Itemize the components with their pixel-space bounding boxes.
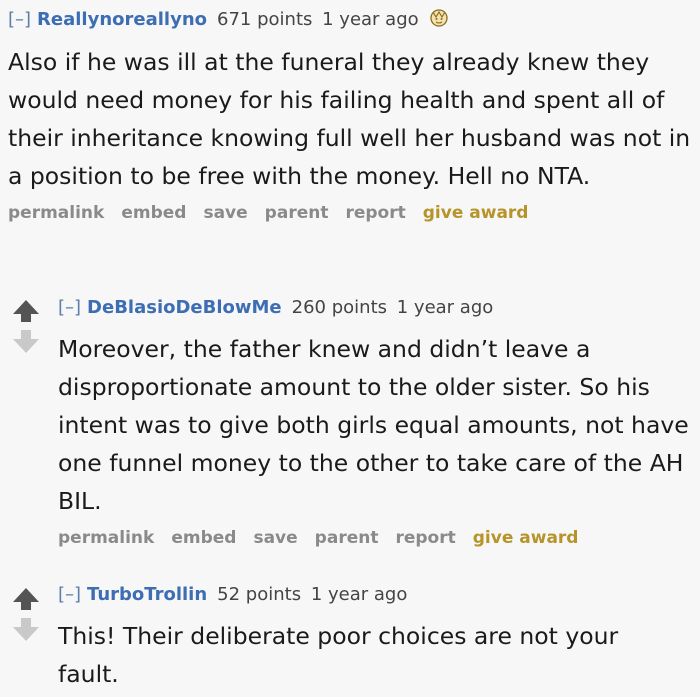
upvote-arrow-icon[interactable] bbox=[13, 588, 39, 610]
upvote-arrow-icon[interactable] bbox=[13, 300, 39, 322]
comment-actions: permalink embed save parent report give award bbox=[8, 203, 693, 223]
comment-score: 671 points bbox=[217, 9, 313, 30]
comment-3: [–] TurboTrollin 52 points 1 year ago This… bbox=[58, 581, 693, 693]
comment-body: This! Their deliberate poor choices are … bbox=[58, 622, 619, 688]
collapse-toggle[interactable]: [–] bbox=[58, 297, 81, 318]
comment-body: Moreover, the father knew and didn’t lea… bbox=[58, 335, 689, 515]
save-link[interactable]: save bbox=[203, 203, 247, 223]
embed-link[interactable]: embed bbox=[171, 528, 236, 548]
comment-time: 1 year ago bbox=[310, 584, 408, 605]
collapse-toggle[interactable]: [–] bbox=[8, 9, 31, 30]
report-link[interactable]: report bbox=[395, 528, 455, 548]
author-link[interactable]: DeBlasioDeBlowMe bbox=[87, 297, 282, 318]
comment-tagline: [–] Reallynoreallyno 671 points 1 year ago bbox=[8, 6, 693, 34]
author-link[interactable]: TurboTrollin bbox=[87, 584, 207, 605]
downvote-arrow-icon[interactable] bbox=[13, 618, 39, 641]
comment-body: Also if he was ill at the funeral they a… bbox=[8, 48, 691, 190]
parent-link[interactable]: parent bbox=[315, 528, 379, 548]
permalink-link[interactable]: permalink bbox=[8, 203, 104, 223]
comment-time: 1 year ago bbox=[322, 9, 419, 30]
comment-time: 1 year ago bbox=[396, 297, 494, 318]
save-link[interactable]: save bbox=[253, 528, 297, 548]
embed-link[interactable]: embed bbox=[121, 203, 186, 223]
comment-tagline: [–] TurboTrollin 52 points 1 year ago bbox=[58, 581, 693, 609]
comment-actions: permalink embed save parent report give award bbox=[58, 528, 693, 548]
author-link[interactable]: Reallynoreallyno bbox=[37, 9, 207, 30]
award-icon[interactable] bbox=[428, 8, 450, 37]
give-award-link[interactable]: give award bbox=[423, 203, 529, 223]
comment-score: 52 points bbox=[217, 584, 302, 605]
comment-2: [–] DeBlasioDeBlowMe 260 points 1 year ago… bbox=[58, 294, 693, 548]
downvote-arrow-icon[interactable] bbox=[13, 330, 39, 353]
comment-1: [–] Reallynoreallyno 671 points 1 year ago… bbox=[8, 6, 693, 223]
comment-score: 260 points bbox=[291, 297, 388, 318]
report-link[interactable]: report bbox=[345, 203, 405, 223]
parent-link[interactable]: parent bbox=[265, 203, 329, 223]
collapse-toggle[interactable]: [–] bbox=[58, 584, 81, 605]
permalink-link[interactable]: permalink bbox=[58, 528, 154, 548]
give-award-link[interactable]: give award bbox=[473, 528, 579, 548]
comment-tagline: [–] DeBlasioDeBlowMe 260 points 1 year ago bbox=[58, 294, 693, 322]
